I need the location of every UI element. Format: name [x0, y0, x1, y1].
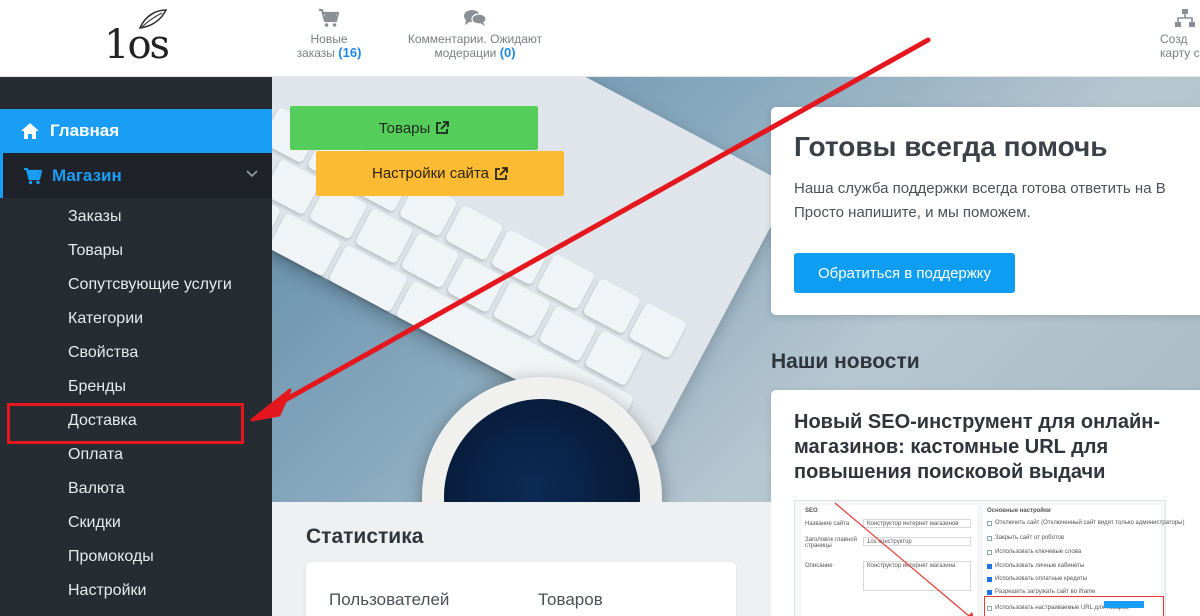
external-link-icon — [435, 121, 450, 135]
delivery-highlight-box — [7, 403, 244, 444]
orders-line1: Новые — [310, 32, 348, 46]
stats-users-label: Пользователей — [329, 590, 450, 609]
sidebar-item-services[interactable]: Сопутсвующие услуги — [0, 268, 272, 302]
logo[interactable]: 1os — [104, 8, 174, 70]
goods-button[interactable]: Товары — [290, 106, 538, 150]
comments-moderation-link[interactable]: Комментарии. Ожидают модерации (0) — [400, 8, 550, 60]
logo-text: 1os — [104, 22, 170, 68]
sidebar-item-brands[interactable]: Бренды — [0, 370, 272, 404]
news-thumbnail[interactable]: SEO Название сайта Заголовок главной стр… — [794, 500, 1184, 616]
sidebar-item-shop[interactable]: Магазин — [0, 153, 272, 198]
support-title: Готовы всегда помочь — [794, 131, 1108, 162]
sidebar: Главная Магазин Заказы Товары Сопутсвующ… — [0, 77, 272, 616]
news-title[interactable]: Новый SEO-инструмент для онлайн-магазино… — [794, 410, 1194, 485]
stats-heading: Статистика — [306, 525, 424, 548]
sidebar-item-home-label: Главная — [50, 121, 120, 140]
orders-line2: заказы — [296, 46, 335, 60]
home-icon — [20, 122, 40, 140]
sitemap-line2: карту с — [1160, 46, 1200, 60]
sidebar-item-shop-label: Магазин — [52, 165, 122, 185]
stats-goods-label: Товаров — [538, 590, 603, 609]
sidebar-item-categories[interactable]: Категории — [0, 302, 272, 336]
sitemap-icon — [1175, 9, 1195, 27]
comments-icon — [464, 10, 487, 26]
chevron-down-icon[interactable] — [246, 170, 258, 178]
sidebar-item-orders[interactable]: Заказы — [0, 200, 272, 234]
orders-count: (16) — [338, 45, 362, 60]
sidebar-item-settings[interactable]: Настройки — [0, 574, 272, 608]
new-orders-link[interactable]: Новые заказы (16) — [286, 8, 372, 60]
support-text: Наша служба поддержки всегда готова отве… — [794, 177, 1200, 225]
top-bar: 1os Новые заказы (16) Комментарии. Ожида… — [0, 0, 1200, 77]
sidebar-item-goods[interactable]: Товары — [0, 234, 272, 268]
contact-support-button[interactable]: Обратиться в поддержку — [794, 253, 1015, 293]
sidebar-item-home[interactable]: Главная — [0, 109, 272, 153]
news-heading: Наши новости — [771, 350, 920, 373]
sidebar-item-properties[interactable]: Свойства — [0, 336, 272, 370]
sitemap-line1: Созд — [1160, 32, 1188, 46]
goods-button-label: Товары — [378, 119, 431, 137]
comments-count: (0) — [499, 45, 516, 60]
site-settings-button-label: Настройки сайта — [372, 165, 489, 182]
external-link-icon — [494, 166, 508, 181]
site-settings-button[interactable]: Настройки сайта — [316, 151, 564, 196]
cart-icon — [23, 167, 43, 185]
sidebar-item-discounts[interactable]: Скидки — [0, 506, 272, 540]
comments-line2: модерации — [434, 46, 497, 60]
support-card: Готовы всегда помочь Наша служба поддерж… — [771, 107, 1200, 315]
create-sitemap-link[interactable]: Созд карту с — [1160, 8, 1200, 60]
sidebar-item-currency[interactable]: Валюта — [0, 472, 272, 506]
support-text-line2: Просто напишите, и мы поможем. — [794, 204, 1031, 221]
cart-icon — [319, 8, 340, 27]
support-text-line1: Наша служба поддержки всегда готова отве… — [794, 180, 1166, 197]
comments-line1: Комментарии. Ожидают — [407, 32, 543, 46]
thumb-arrow — [834, 502, 974, 616]
sidebar-item-promocodes[interactable]: Промокоды — [0, 540, 272, 574]
news-card[interactable]: Новый SEO-инструмент для онлайн-магазино… — [771, 390, 1200, 616]
